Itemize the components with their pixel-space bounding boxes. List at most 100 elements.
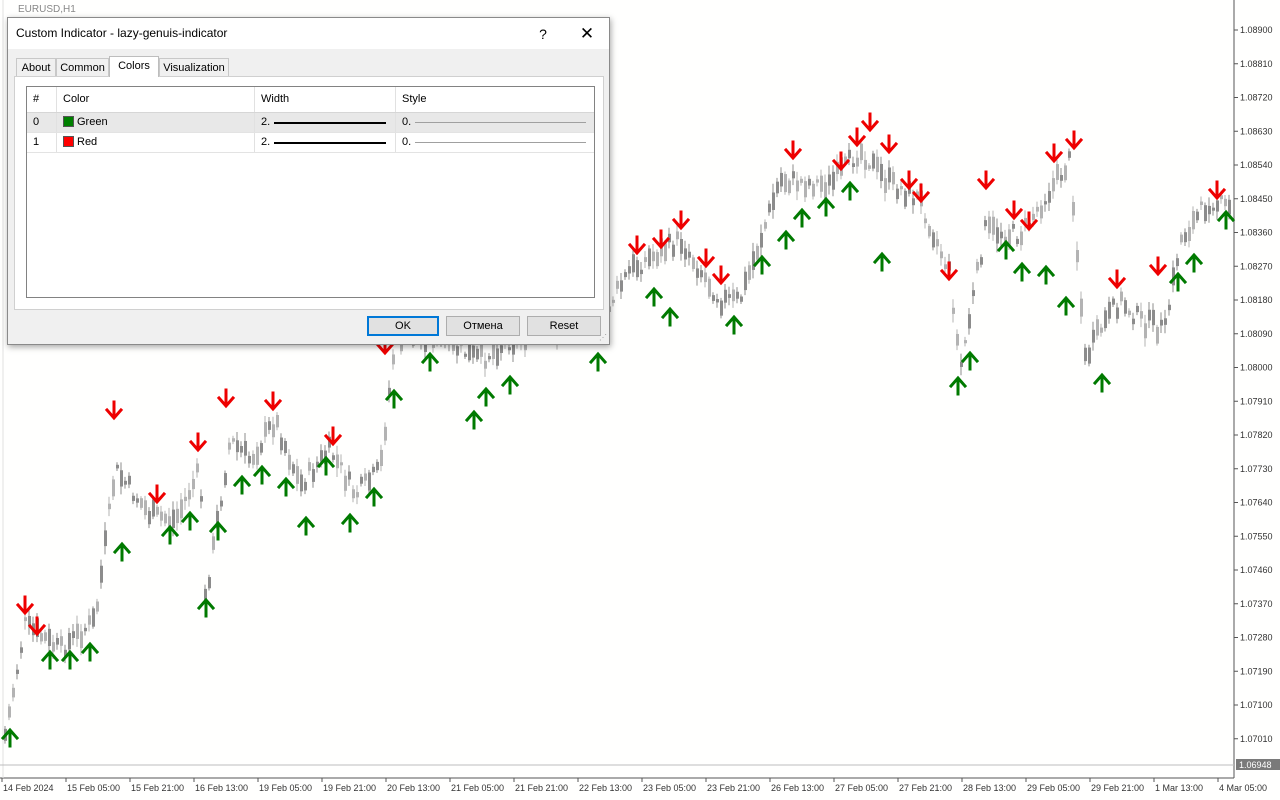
sell-signal-arrow-icon (1064, 130, 1084, 151)
candle-body (684, 248, 687, 260)
tab-colors[interactable]: Colors (109, 56, 159, 77)
candle-body (492, 343, 495, 359)
price-tick-label: 1.07370 (1240, 599, 1273, 609)
candle-body (748, 265, 751, 280)
candle-body (924, 218, 927, 224)
buy-signal-arrow-icon (816, 196, 836, 217)
color-swatch[interactable] (63, 116, 74, 127)
candle-body (304, 481, 307, 491)
sell-arrow-shape (1148, 256, 1168, 277)
row-color-cell[interactable]: Green (57, 113, 255, 132)
candle-body (1216, 200, 1219, 212)
candle-body (716, 299, 719, 303)
candle-body (788, 180, 791, 194)
candle-body (288, 454, 291, 470)
buy-signal-arrow-icon (792, 207, 812, 228)
candle-body (892, 172, 895, 185)
candle-body (252, 453, 255, 465)
buy-signal-arrow-icon (1184, 252, 1204, 273)
table-row[interactable]: 1 Red 2. 0. (27, 133, 594, 153)
color-swatch[interactable] (63, 136, 74, 147)
row-width-cell[interactable]: 2. (255, 113, 396, 132)
candle-body (640, 269, 643, 275)
row-width-cell[interactable]: 2. (255, 133, 396, 152)
time-tick-label: 29 Feb 21:00 (1091, 783, 1144, 793)
price-tick-label: 1.08090 (1240, 329, 1273, 339)
time-tick-label: 19 Feb 21:00 (323, 783, 376, 793)
candle-body (876, 156, 879, 173)
custom-indicator-dialog[interactable]: Custom Indicator - lazy-genuis-indicator… (7, 17, 610, 345)
candle-body (264, 422, 267, 437)
close-icon[interactable]: ✕ (574, 23, 600, 45)
candle-body (688, 251, 691, 258)
candle-body (60, 636, 63, 646)
buy-signal-arrow-icon (644, 286, 664, 307)
candle-body (1104, 310, 1107, 329)
candle-body (940, 251, 943, 259)
buy-arrow-shape (948, 375, 968, 396)
candle-body (376, 461, 379, 471)
candle-body (144, 500, 147, 516)
price-tick-label: 1.08450 (1240, 194, 1273, 204)
price-tick-label: 1.07280 (1240, 633, 1273, 643)
candle-body (912, 198, 915, 206)
row-style-cell[interactable]: 0. (396, 113, 594, 132)
candle-body (300, 474, 303, 492)
tab-visualization[interactable]: Visualization (159, 58, 229, 76)
candle-body (1188, 227, 1191, 242)
price-tick-label: 1.08720 (1240, 93, 1273, 103)
candle-body (772, 192, 775, 210)
candle-body (780, 172, 783, 187)
candle-body (1032, 213, 1035, 220)
time-tick-label: 4 Mar 05:00 (1219, 783, 1267, 793)
reset-button[interactable]: Reset (527, 316, 601, 336)
row-color-cell[interactable]: Red (57, 133, 255, 152)
candle-body (228, 442, 231, 450)
buy-arrow-shape (1056, 295, 1076, 316)
candle-body (152, 499, 155, 517)
candle-body (240, 446, 243, 453)
buy-arrow-shape (40, 649, 60, 670)
buy-arrow-shape (872, 251, 892, 272)
ok-button[interactable]: OK (367, 316, 439, 336)
header-index: # (27, 87, 57, 112)
candle-body (984, 220, 987, 227)
candle-body (200, 496, 203, 502)
buy-signal-arrow-icon (588, 351, 608, 372)
candle-body (364, 473, 367, 481)
candle-body (956, 333, 959, 346)
candle-body (1080, 298, 1083, 317)
buy-signal-arrow-icon (840, 180, 860, 201)
candle-body (968, 314, 971, 329)
buy-arrow-shape (340, 512, 360, 533)
dialog-titlebar[interactable]: Custom Indicator - lazy-genuis-indicator… (8, 18, 609, 49)
candle-body (92, 608, 95, 627)
colors-table[interactable]: # Color Width Style 0 Green 2. 0. 1 Red … (26, 86, 595, 298)
row-style-cell[interactable]: 0. (396, 133, 594, 152)
candle-body (960, 361, 963, 367)
cancel-button[interactable]: Отмена (446, 316, 520, 336)
candle-body (476, 348, 479, 360)
sell-arrow-shape (263, 391, 283, 412)
candle-body (1016, 238, 1019, 244)
tab-about[interactable]: About (16, 58, 56, 76)
buy-arrow-shape (180, 510, 200, 531)
candle-body (1044, 201, 1047, 205)
buy-signal-arrow-icon (1056, 295, 1076, 316)
help-button[interactable]: ? (530, 23, 556, 45)
table-row[interactable]: 0 Green 2. 0. (27, 113, 594, 133)
candle-body (740, 296, 743, 302)
candle-body (500, 345, 503, 353)
candle-body (664, 243, 667, 262)
candle-body (804, 181, 807, 198)
candle-body (100, 565, 103, 583)
candle-body (656, 252, 659, 267)
candle-body (1224, 198, 1227, 207)
candle-body (212, 536, 215, 550)
tab-common[interactable]: Common (56, 58, 109, 76)
buy-signal-arrow-icon (340, 512, 360, 533)
resize-grip-icon[interactable]: ⋰ (599, 334, 607, 342)
candle-body (148, 511, 151, 525)
candle-body (1012, 223, 1015, 229)
buy-signal-arrow-icon (500, 374, 520, 395)
